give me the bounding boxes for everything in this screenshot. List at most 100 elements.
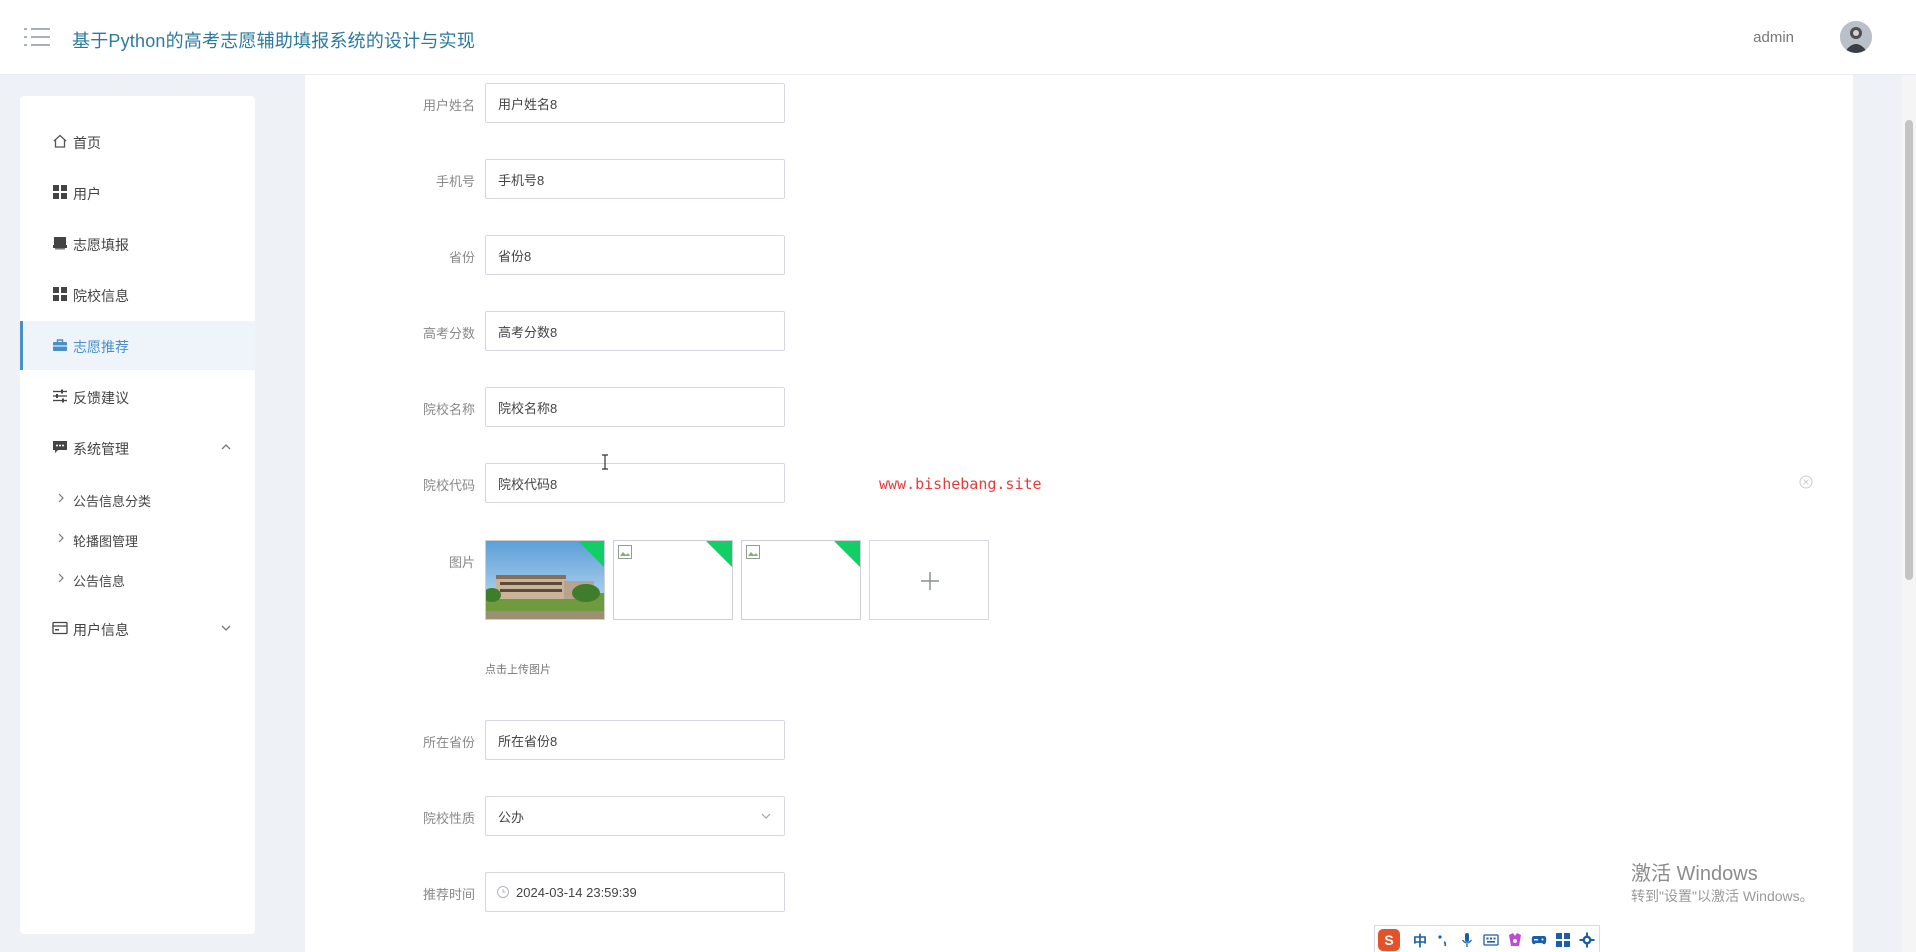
success-badge	[706, 541, 732, 567]
form-row-college-nature: 院校性质	[305, 796, 1105, 836]
broken-image-icon	[618, 545, 632, 559]
chevron-down-icon	[221, 625, 231, 631]
form-row-user-name: 用户姓名	[305, 83, 1105, 123]
briefcase-icon	[53, 339, 67, 351]
form-row-recommend-time: 推荐时间	[305, 872, 1105, 912]
college-name-input[interactable]	[485, 387, 785, 427]
form-row-exam-score: 高考分数	[305, 311, 1105, 351]
sidebar-item-label: 用户信息	[73, 622, 129, 638]
sidebar-item-user-info[interactable]: 用户信息	[20, 604, 255, 653]
user-name-input[interactable]	[485, 83, 785, 123]
located-province-input[interactable]	[485, 720, 785, 760]
avatar[interactable]	[1840, 21, 1872, 53]
college-code-input[interactable]	[485, 463, 785, 503]
sidebar-item-label: 院校信息	[73, 288, 129, 304]
punctuation-icon[interactable]	[1435, 932, 1451, 948]
sidebar-item-label: 首页	[73, 135, 101, 151]
form-row-picture: 图片	[305, 540, 1105, 620]
gamepad-icon[interactable]	[1531, 932, 1547, 948]
close-circle-icon[interactable]	[1799, 475, 1813, 489]
keyboard-icon[interactable]	[1483, 932, 1499, 948]
text-cursor-icon	[602, 454, 608, 470]
sidebar-item-users[interactable]: 用户	[20, 168, 255, 217]
field-label: 用户姓名	[422, 98, 475, 113]
chevron-right-icon	[58, 533, 64, 543]
chevron-right-icon	[58, 573, 64, 583]
chevron-up-icon	[221, 444, 231, 450]
chevron-down-icon	[761, 813, 771, 819]
scrollbar-thumb[interactable]	[1905, 120, 1913, 580]
sidebar-item-system-management[interactable]: 系统管理	[20, 423, 255, 472]
sidebar-item-label: 志愿推荐	[73, 339, 129, 355]
field-label: 推荐时间	[422, 887, 475, 902]
sidebar-subitem-label: 公告信息	[73, 574, 126, 589]
sidebar-subitem-notice-category[interactable]: 公告信息分类	[20, 479, 255, 519]
microphone-icon[interactable]	[1459, 932, 1475, 948]
clock-icon	[497, 886, 509, 898]
college-nature-select[interactable]	[485, 796, 785, 836]
app-title: 基于Python的高考志愿辅助填报系统的设计与实现	[72, 31, 476, 51]
toolbox-grid-icon[interactable]	[1555, 932, 1571, 948]
ime-mode-toggle[interactable]: 中	[1413, 931, 1427, 951]
field-label: 院校代码	[422, 478, 475, 493]
sidebar-item-home[interactable]: 首页	[20, 117, 255, 166]
phone-input[interactable]	[485, 159, 785, 199]
sidebar: 首页 用户 志愿填报 院校信息 志愿推荐 反馈建议 系统管理 公告信息分类 轮播…	[20, 96, 255, 934]
page-scrollbar[interactable]	[1902, 75, 1916, 952]
windows-activation-title: 激活 Windows	[1631, 863, 1758, 885]
tray-icon	[53, 237, 67, 250]
field-label: 省份	[448, 250, 475, 265]
card-icon	[52, 621, 68, 635]
grid-icon	[53, 185, 67, 199]
success-badge	[578, 541, 604, 567]
sidebar-item-colleges[interactable]: 院校信息	[20, 270, 255, 319]
field-label: 院校名称	[422, 402, 475, 417]
ime-toolbar: S 中	[1374, 925, 1600, 952]
exam-score-input[interactable]	[485, 311, 785, 351]
windows-activation-subtitle: 转到"设置"以激活 Windows。	[1631, 888, 1814, 904]
sidebar-item-label: 系统管理	[73, 441, 129, 457]
province-input[interactable]	[485, 235, 785, 275]
broken-image-icon	[746, 545, 760, 559]
sidebar-subitem-label: 轮播图管理	[73, 534, 139, 549]
field-label: 所在省份	[422, 735, 475, 750]
sidebar-item-label: 志愿填报	[73, 237, 129, 253]
sidebar-item-recommendation[interactable]: 志愿推荐	[20, 321, 255, 370]
chat-icon	[53, 441, 67, 453]
upload-hint: 点击上传图片	[485, 664, 551, 676]
field-label: 高考分数	[422, 326, 475, 341]
sidebar-subitem-carousel[interactable]: 轮播图管理	[20, 519, 255, 559]
uploaded-picture-3[interactable]	[741, 540, 861, 620]
sidebar-item-feedback[interactable]: 反馈建议	[20, 372, 255, 421]
main-content: 用户姓名 手机号 省份 高考分数 院校名称 院校代码 图片	[305, 75, 1853, 952]
plus-icon	[921, 572, 939, 590]
uploaded-picture-2[interactable]	[613, 540, 733, 620]
success-badge	[834, 541, 860, 567]
form-row-located-province: 所在省份	[305, 720, 1105, 760]
top-header: 基于Python的高考志愿辅助填报系统的设计与实现 admin	[0, 0, 1916, 75]
menu-toggle-icon[interactable]	[24, 28, 50, 48]
field-label: 图片	[448, 555, 475, 570]
uploaded-picture-1[interactable]	[485, 540, 605, 620]
recommend-time-picker[interactable]	[485, 872, 785, 912]
watermark-text: www.bishebang.site	[879, 475, 1042, 493]
sidebar-item-application[interactable]: 志愿填报	[20, 219, 255, 268]
field-label: 手机号	[435, 174, 475, 189]
sogou-logo-icon[interactable]: S	[1378, 929, 1400, 951]
form-row-phone: 手机号	[305, 159, 1105, 199]
sidebar-item-label: 用户	[73, 186, 101, 202]
form-row-province: 省份	[305, 235, 1105, 275]
field-label: 院校性质	[422, 811, 475, 826]
grid-icon	[53, 287, 67, 301]
sidebar-subitem-label: 公告信息分类	[73, 494, 152, 509]
settings-gear-icon[interactable]	[1579, 932, 1595, 948]
sidebar-item-label: 反馈建议	[73, 390, 129, 406]
sidebar-subitem-notice[interactable]: 公告信息	[20, 559, 255, 599]
sliders-icon	[53, 389, 67, 403]
upload-picture-button[interactable]	[869, 540, 989, 620]
username-label[interactable]: admin	[1753, 29, 1794, 46]
skin-icon[interactable]	[1507, 932, 1523, 948]
home-icon	[53, 134, 67, 148]
form-row-college-name: 院校名称	[305, 387, 1105, 427]
chevron-right-icon	[58, 493, 64, 503]
